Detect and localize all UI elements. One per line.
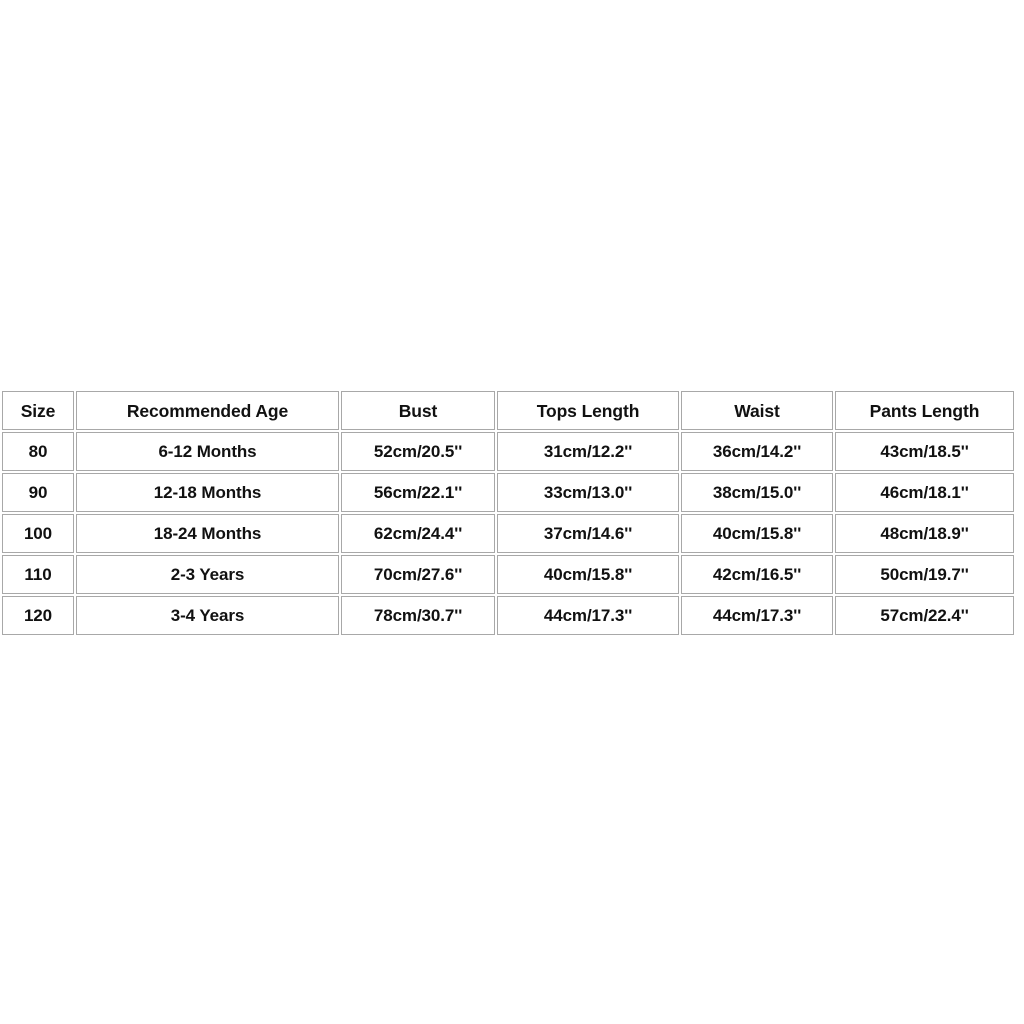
column-header-waist: Waist (681, 391, 833, 430)
cell-pants-length: 43cm/18.5'' (835, 432, 1014, 471)
size-chart-container: Size Recommended Age Bust Tops Length Wa… (0, 389, 1014, 635)
column-header-tops-length: Tops Length (497, 391, 679, 430)
cell-bust: 62cm/24.4'' (341, 514, 495, 553)
cell-pants-length: 48cm/18.9'' (835, 514, 1014, 553)
cell-waist: 38cm/15.0'' (681, 473, 833, 512)
cell-bust: 70cm/27.6'' (341, 555, 495, 594)
cell-tops-length: 40cm/15.8'' (497, 555, 679, 594)
cell-waist: 36cm/14.2'' (681, 432, 833, 471)
cell-tops-length: 37cm/14.6'' (497, 514, 679, 553)
cell-tops-length: 44cm/17.3'' (497, 596, 679, 635)
cell-bust: 56cm/22.1'' (341, 473, 495, 512)
table-row: 90 12-18 Months 56cm/22.1'' 33cm/13.0'' … (2, 473, 1014, 512)
column-header-recommended-age: Recommended Age (76, 391, 339, 430)
cell-waist: 40cm/15.8'' (681, 514, 833, 553)
cell-tops-length: 31cm/12.2'' (497, 432, 679, 471)
cell-age: 2-3 Years (76, 555, 339, 594)
cell-bust: 78cm/30.7'' (341, 596, 495, 635)
table-row: 80 6-12 Months 52cm/20.5'' 31cm/12.2'' 3… (2, 432, 1014, 471)
header-row: Size Recommended Age Bust Tops Length Wa… (2, 391, 1014, 430)
cell-size: 110 (2, 555, 74, 594)
size-chart-table: Size Recommended Age Bust Tops Length Wa… (0, 389, 1016, 637)
table-row: 120 3-4 Years 78cm/30.7'' 44cm/17.3'' 44… (2, 596, 1014, 635)
cell-age: 6-12 Months (76, 432, 339, 471)
cell-size: 90 (2, 473, 74, 512)
cell-tops-length: 33cm/13.0'' (497, 473, 679, 512)
cell-size: 120 (2, 596, 74, 635)
column-header-bust: Bust (341, 391, 495, 430)
table-body: 80 6-12 Months 52cm/20.5'' 31cm/12.2'' 3… (2, 432, 1014, 635)
cell-pants-length: 57cm/22.4'' (835, 596, 1014, 635)
cell-bust: 52cm/20.5'' (341, 432, 495, 471)
table-header: Size Recommended Age Bust Tops Length Wa… (2, 391, 1014, 430)
cell-waist: 42cm/16.5'' (681, 555, 833, 594)
cell-pants-length: 50cm/19.7'' (835, 555, 1014, 594)
cell-age: 18-24 Months (76, 514, 339, 553)
cell-pants-length: 46cm/18.1'' (835, 473, 1014, 512)
table-row: 110 2-3 Years 70cm/27.6'' 40cm/15.8'' 42… (2, 555, 1014, 594)
cell-size: 80 (2, 432, 74, 471)
table-row: 100 18-24 Months 62cm/24.4'' 37cm/14.6''… (2, 514, 1014, 553)
cell-age: 3-4 Years (76, 596, 339, 635)
cell-size: 100 (2, 514, 74, 553)
column-header-size: Size (2, 391, 74, 430)
column-header-pants-length: Pants Length (835, 391, 1014, 430)
cell-age: 12-18 Months (76, 473, 339, 512)
cell-waist: 44cm/17.3'' (681, 596, 833, 635)
